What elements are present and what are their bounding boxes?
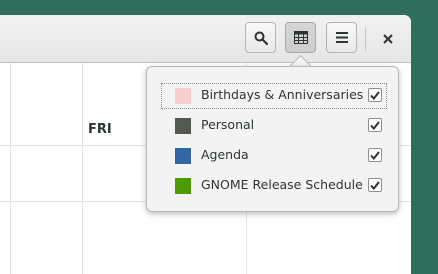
calendar-color-swatch — [175, 178, 191, 194]
search-icon — [254, 31, 268, 45]
calendar-color-swatch — [175, 88, 191, 104]
calendar-checkbox[interactable] — [368, 148, 382, 162]
checkmark-icon — [370, 150, 380, 160]
calendar-row-gnome-release[interactable]: GNOME Release Schedule — [161, 173, 387, 199]
calendar-color-swatch — [175, 118, 191, 134]
calendar-label: Personal — [201, 117, 255, 132]
calendar-row-birthdays[interactable]: Birthdays & Anniversaries — [161, 83, 387, 109]
calendar-checkbox[interactable] — [368, 118, 382, 132]
close-button[interactable] — [376, 27, 400, 51]
calendar-checkbox[interactable] — [368, 178, 382, 192]
checkmark-icon — [370, 180, 380, 190]
calendar-label: GNOME Release Schedule — [201, 177, 363, 192]
calendar-row-personal[interactable]: Personal — [161, 113, 387, 139]
calendar-label: Agenda — [201, 147, 249, 162]
grid-line — [82, 63, 83, 274]
checkmark-icon — [370, 90, 380, 100]
hamburger-menu-icon — [335, 32, 348, 43]
grid-line — [10, 63, 11, 274]
search-button[interactable] — [245, 22, 276, 53]
calendars-button[interactable] — [285, 22, 316, 53]
header-separator — [365, 27, 366, 51]
calendar-grid-icon — [293, 31, 308, 44]
header-bar — [0, 15, 411, 63]
calendar-color-swatch — [175, 148, 191, 164]
close-icon — [383, 34, 393, 44]
calendar-row-agenda[interactable]: Agenda — [161, 143, 387, 169]
menu-button[interactable] — [326, 22, 357, 53]
checkmark-icon — [370, 120, 380, 130]
calendars-popover: Birthdays & Anniversaries Personal Agend… — [146, 66, 399, 212]
calendar-label: Birthdays & Anniversaries — [201, 87, 364, 102]
day-header-fri[interactable]: FRI — [88, 122, 112, 137]
calendar-checkbox[interactable] — [368, 88, 382, 102]
